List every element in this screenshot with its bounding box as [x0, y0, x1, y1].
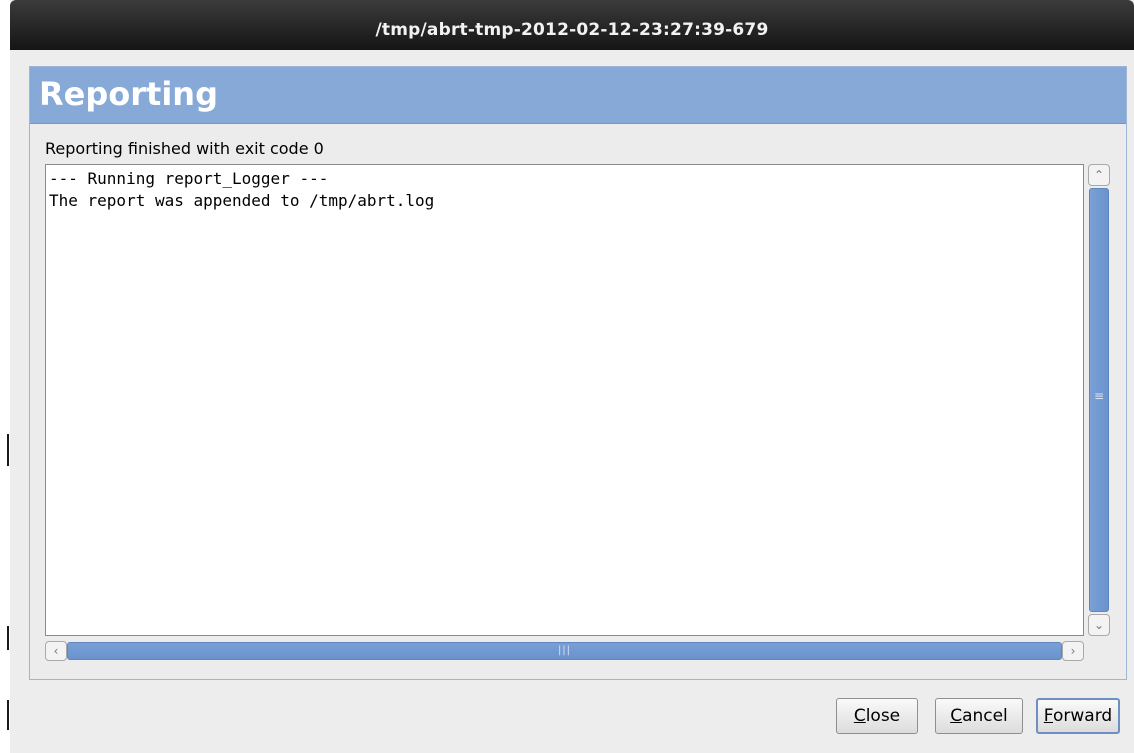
chevron-down-icon: ⌄: [1093, 618, 1105, 632]
chevron-up-icon: ⌃: [1093, 168, 1105, 182]
reporting-dialog: /tmp/abrt-tmp-2012-02-12-23:27:39-679 Re…: [10, 0, 1134, 753]
grip-icon: ≡: [1093, 389, 1105, 403]
log-line: The report was appended to /tmp/abrt.log: [49, 191, 435, 210]
chevron-left-icon: ‹: [53, 644, 59, 658]
status-label: Reporting finished with exit code 0: [45, 139, 324, 158]
cancel-label: ancel: [962, 706, 1008, 726]
forward-label: orward: [1052, 706, 1113, 726]
close-button[interactable]: Close: [836, 698, 918, 734]
horizontal-scroll-thumb[interactable]: |||: [67, 642, 1062, 660]
scroll-left-button[interactable]: ‹: [45, 641, 67, 661]
window-title: /tmp/abrt-tmp-2012-02-12-23:27:39-679: [375, 20, 769, 40]
scroll-up-button[interactable]: ⌃: [1088, 164, 1110, 186]
scroll-right-button[interactable]: ›: [1062, 641, 1084, 661]
cancel-button[interactable]: Cancel: [935, 698, 1023, 734]
grip-icon: |||: [557, 645, 572, 656]
page-header: Reporting: [30, 67, 1126, 124]
forward-button[interactable]: Forward: [1036, 698, 1120, 734]
cancel-mnemonic: C: [950, 706, 963, 726]
background-edge: [0, 0, 10, 753]
background-mark: [7, 434, 9, 466]
horizontal-scrollbar[interactable]: ‹ ||| ›: [45, 641, 1084, 661]
page-title: Reporting: [39, 75, 218, 113]
chevron-right-icon: ›: [1070, 644, 1076, 658]
close-label: lose: [865, 706, 901, 726]
log-line: --- Running report_Logger ---: [49, 169, 329, 188]
close-mnemonic: C: [853, 706, 866, 726]
background-mark: [7, 700, 9, 730]
title-bar[interactable]: /tmp/abrt-tmp-2012-02-12-23:27:39-679: [10, 0, 1134, 50]
log-output[interactable]: --- Running report_Logger --- The report…: [45, 164, 1084, 636]
forward-mnemonic: F: [1043, 706, 1053, 726]
reporting-panel: Reporting Reporting finished with exit c…: [29, 66, 1127, 680]
background-mark: [7, 626, 9, 650]
vertical-scrollbar[interactable]: ⌃ ≡ ⌄: [1088, 164, 1110, 636]
scroll-down-button[interactable]: ⌄: [1088, 614, 1110, 636]
vertical-scroll-thumb[interactable]: ≡: [1089, 188, 1109, 612]
